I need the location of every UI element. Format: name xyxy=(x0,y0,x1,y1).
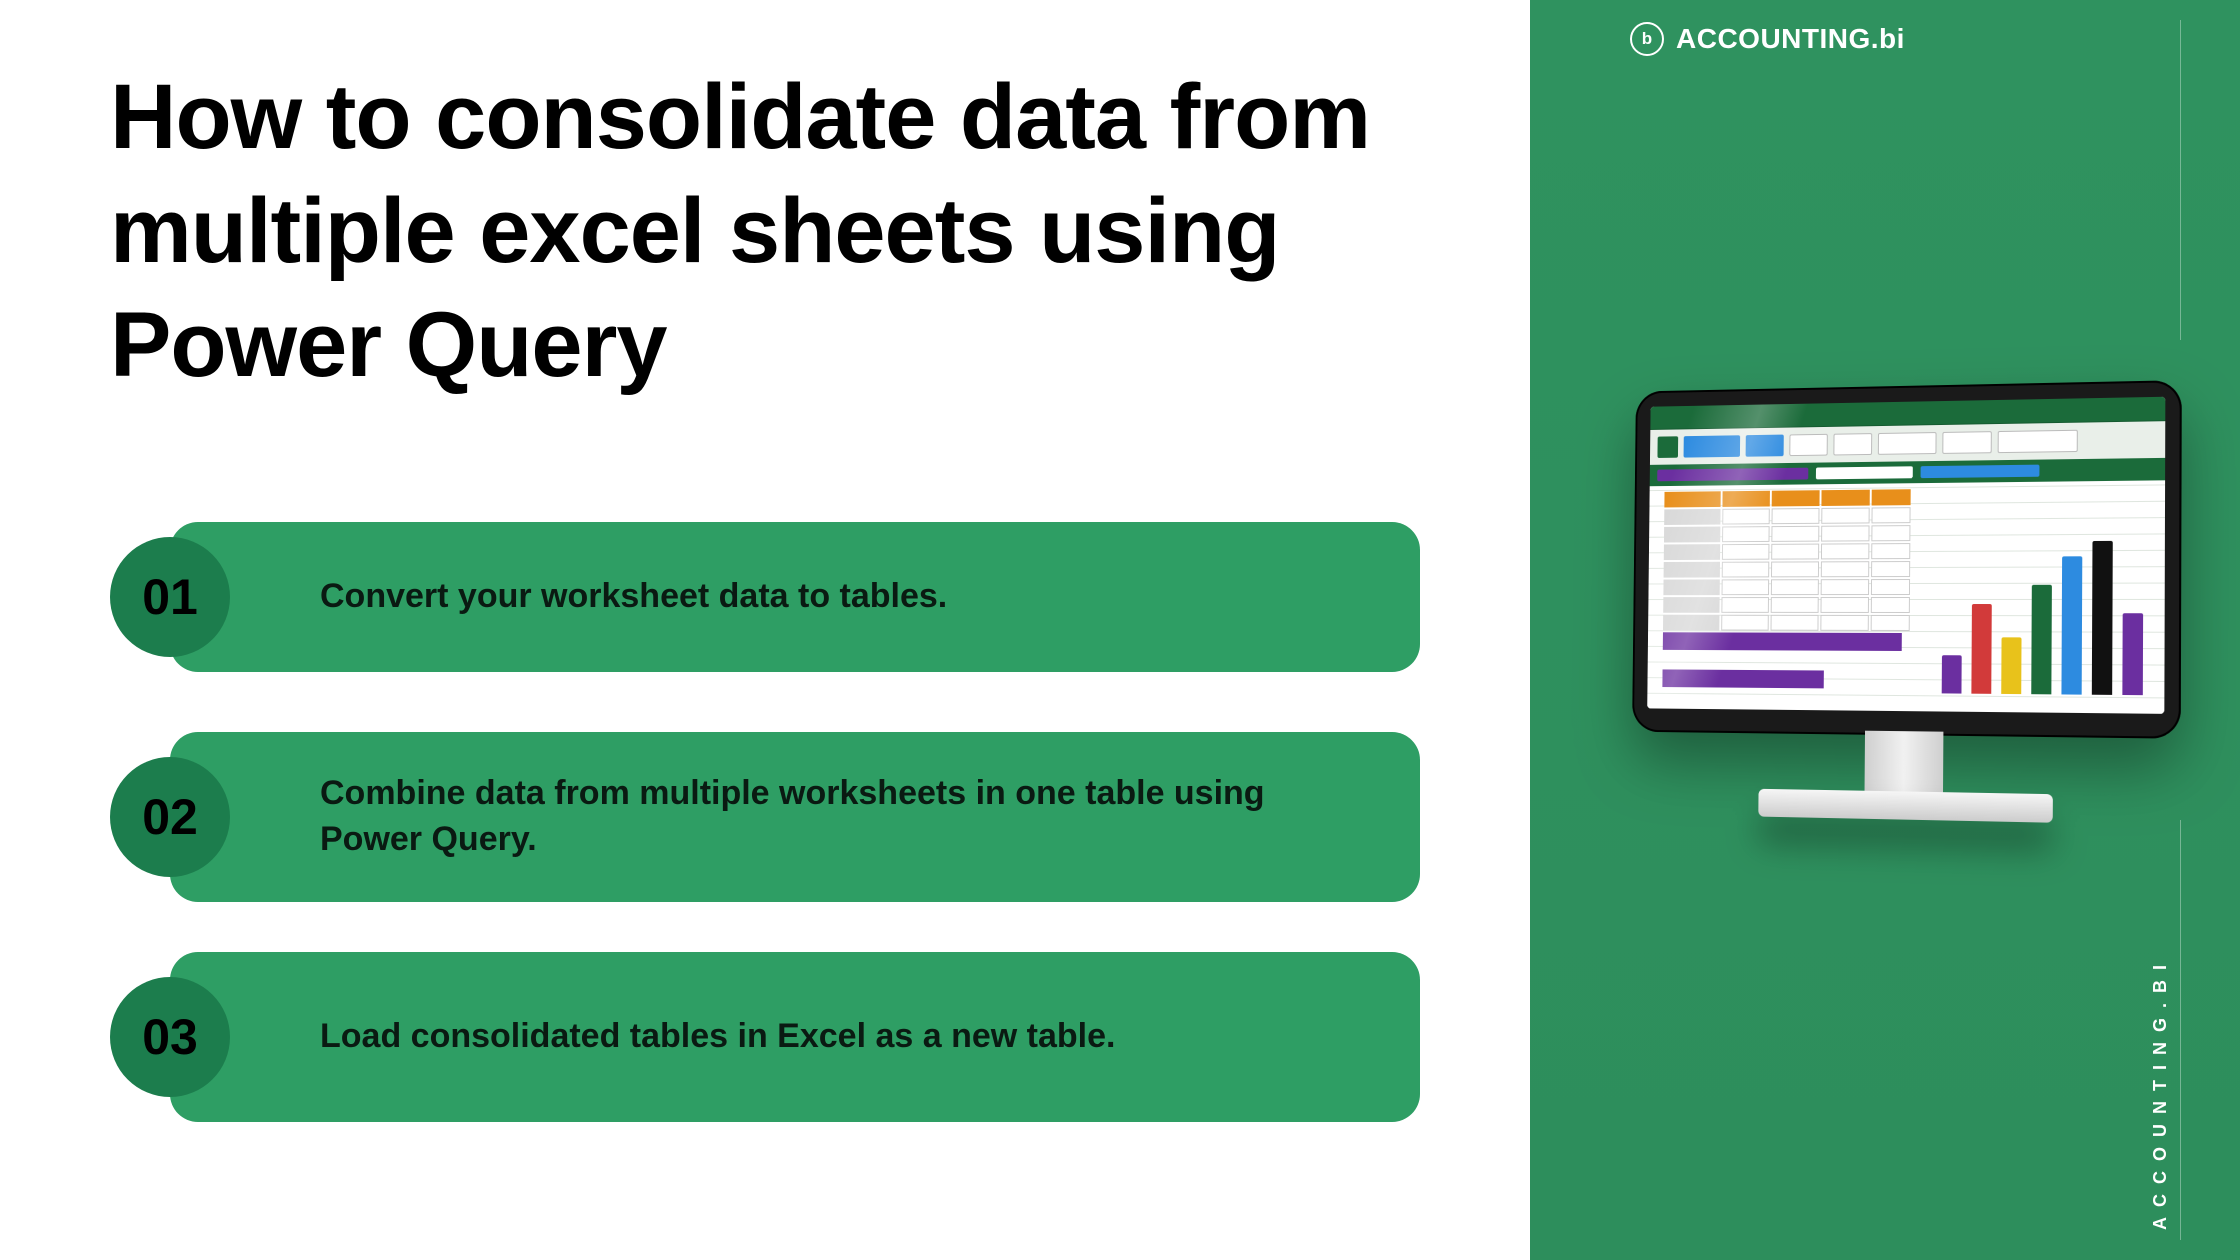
step-number-badge: 01 xyxy=(110,537,230,657)
step-bar: Load consolidated tables in Excel as a n… xyxy=(170,952,1420,1122)
step-text: Load consolidated tables in Excel as a n… xyxy=(320,1014,1115,1060)
chart-bar xyxy=(2001,637,2021,694)
step-bar: Combine data from multiple worksheets in… xyxy=(170,732,1420,902)
step-number-badge: 03 xyxy=(110,977,230,1097)
logo-mark-icon: b xyxy=(1630,22,1664,56)
monitor-stand-neck xyxy=(1865,731,1944,792)
chart-bar xyxy=(2031,585,2052,695)
step-number-badge: 02 xyxy=(110,757,230,877)
step-1: Convert your worksheet data to tables. 0… xyxy=(110,512,1420,682)
step-text: Convert your worksheet data to tables. xyxy=(320,574,947,620)
monitor-screen xyxy=(1647,397,2165,714)
step-2: Combine data from multiple worksheets in… xyxy=(110,732,1420,902)
monitor-frame xyxy=(1632,380,2182,739)
steps-list: Convert your worksheet data to tables. 0… xyxy=(110,512,1420,1122)
brand-logo: b ACCOUNTING.bi xyxy=(1630,22,1905,56)
chart-bar xyxy=(1971,604,1991,694)
step-text: Combine data from multiple worksheets in… xyxy=(320,771,1360,863)
logo-text: ACCOUNTING.bi xyxy=(1676,23,1905,55)
divider-line-bottom xyxy=(2180,820,2181,1240)
monitor-illustration xyxy=(1620,385,2190,819)
spreadsheet-body xyxy=(1647,480,2165,714)
step-3: Load consolidated tables in Excel as a n… xyxy=(110,952,1420,1122)
page-title: How to consolidate data from multiple ex… xyxy=(110,60,1420,402)
chart-bar xyxy=(2122,613,2143,695)
left-panel: How to consolidate data from multiple ex… xyxy=(0,0,1530,1260)
divider-line-top xyxy=(2180,20,2181,340)
brand-side-text: ACCOUNTING.BI xyxy=(2150,955,2171,1230)
right-panel: b ACCOUNTING.bi ACCOUNTING.BI xyxy=(1530,0,2240,1260)
chart-bar xyxy=(2061,556,2082,695)
purple-block-1 xyxy=(1663,632,1902,651)
bar-chart xyxy=(1937,521,2149,695)
chart-bar xyxy=(1942,656,1962,694)
spreadsheet-cells xyxy=(1663,489,1913,633)
chart-bar xyxy=(2092,541,2113,695)
purple-block-2 xyxy=(1662,669,1823,688)
step-bar: Convert your worksheet data to tables. xyxy=(170,522,1420,672)
monitor-stand-base xyxy=(1758,789,2053,823)
